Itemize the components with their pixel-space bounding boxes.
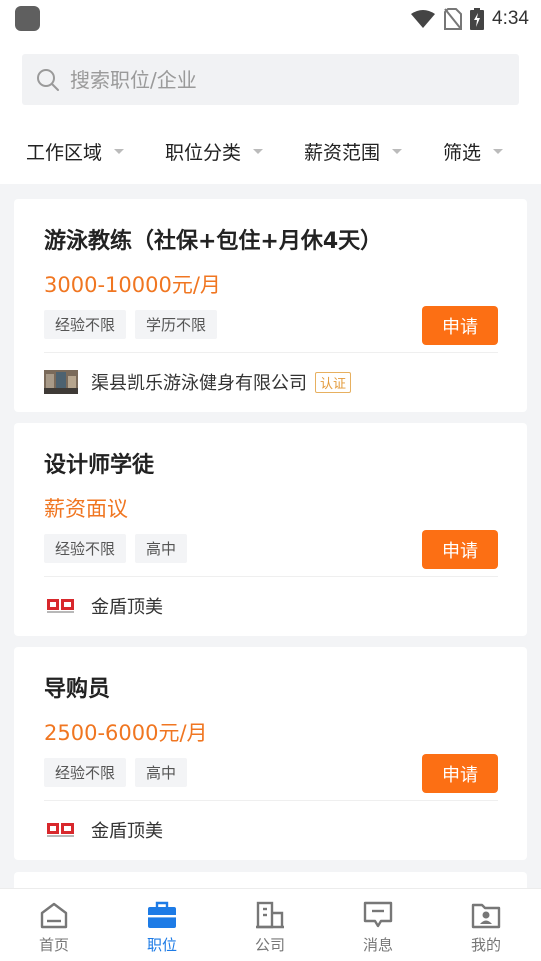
header: 工作区域 职位分类 薪资范围 筛选 [0,38,541,184]
caret-down-icon [253,148,264,154]
job-title: 游泳教练（社保+包住+月休4天） [44,229,383,254]
verified-badge: 认证 [315,371,352,393]
profile-icon [470,900,502,930]
job-card[interactable]: 游泳教练（社保+包住+月休4天） 3000-10000元/月 经验不限 学历不限… [14,199,527,412]
apply-button[interactable]: 申请 [422,754,498,793]
caret-down-icon [493,148,504,154]
building-icon [254,900,286,930]
briefcase-icon [146,900,178,930]
company-row[interactable]: 渠县凯乐游泳健身有限公司 认证 [44,362,352,402]
tag-experience: 经验不限 [44,758,127,787]
status-bar: 4:34 [0,0,541,38]
battery-charging-icon [470,8,485,30]
job-salary: 2500-6000元/月 [44,721,208,745]
job-tags: 经验不限 高中 [44,758,188,787]
job-card[interactable]: 设计师学徒 薪资面议 经验不限 高中 申请 金盾顶美 [14,423,527,636]
filter-work-area[interactable]: 工作区域 [26,132,125,170]
job-card[interactable]: 导购员 2500-6000元/月 经验不限 高中 申请 金盾顶美 [14,647,527,860]
tab-jobs[interactable]: 职位 [108,889,216,961]
company-row[interactable]: 金盾顶美 [44,810,163,850]
company-name: 金盾顶美 [91,597,163,618]
job-list: 游泳教练（社保+包住+月休4天） 3000-10000元/月 经验不限 学历不限… [14,199,527,871]
no-sim-icon [444,8,463,30]
divider [44,352,498,353]
status-icons: 4:34 [410,7,529,31]
divider [44,576,498,577]
caret-down-icon [392,148,403,154]
job-tags: 经验不限 学历不限 [44,310,218,339]
divider [44,800,498,801]
tab-home[interactable]: 首页 [0,889,108,961]
tab-company[interactable]: 公司 [216,889,324,961]
company-logo [44,813,78,847]
company-logo [44,365,78,399]
bottom-tab-bar: 首页 职位 公司 消息 我的 [0,888,541,961]
filter-label: 薪资范围 [304,141,381,164]
app-notification-icon [15,6,40,31]
job-salary: 薪资面议 [44,497,128,521]
tab-label: 职位 [146,936,177,954]
job-title: 导购员 [44,677,111,702]
company-name: 金盾顶美 [91,821,163,842]
filter-more[interactable]: 筛选 [443,132,504,170]
job-salary: 3000-10000元/月 [44,273,221,297]
home-icon [38,900,70,930]
company-row[interactable]: 金盾顶美 [44,586,163,626]
company-name: 渠县凯乐游泳健身有限公司 [91,373,307,394]
tab-profile[interactable]: 我的 [432,889,540,961]
status-time: 4:34 [492,8,529,29]
search-input[interactable] [70,67,470,92]
tab-label: 我的 [470,936,501,954]
tab-label: 消息 [362,936,393,954]
filter-label: 工作区域 [26,141,103,164]
filter-salary-range[interactable]: 薪资范围 [304,132,403,170]
company-logo [44,589,78,623]
search-icon [37,68,59,91]
tag-education: 高中 [135,534,188,563]
wifi-icon [411,10,436,28]
job-title: 设计师学徒 [44,453,155,478]
tab-messages[interactable]: 消息 [324,889,432,961]
filter-bar: 工作区域 职位分类 薪资范围 筛选 [0,132,541,170]
tag-experience: 经验不限 [44,534,127,563]
filter-label: 职位分类 [165,141,242,164]
search-bar[interactable] [22,54,519,105]
tag-experience: 经验不限 [44,310,127,339]
tag-education: 学历不限 [135,310,218,339]
caret-down-icon [114,148,125,154]
apply-button[interactable]: 申请 [422,530,498,569]
tag-education: 高中 [135,758,188,787]
job-tags: 经验不限 高中 [44,534,188,563]
apply-button[interactable]: 申请 [422,306,498,345]
filter-job-category[interactable]: 职位分类 [165,132,264,170]
tab-label: 公司 [254,936,285,954]
message-icon [362,900,394,930]
tab-label: 首页 [38,936,69,954]
filter-label: 筛选 [443,141,482,164]
